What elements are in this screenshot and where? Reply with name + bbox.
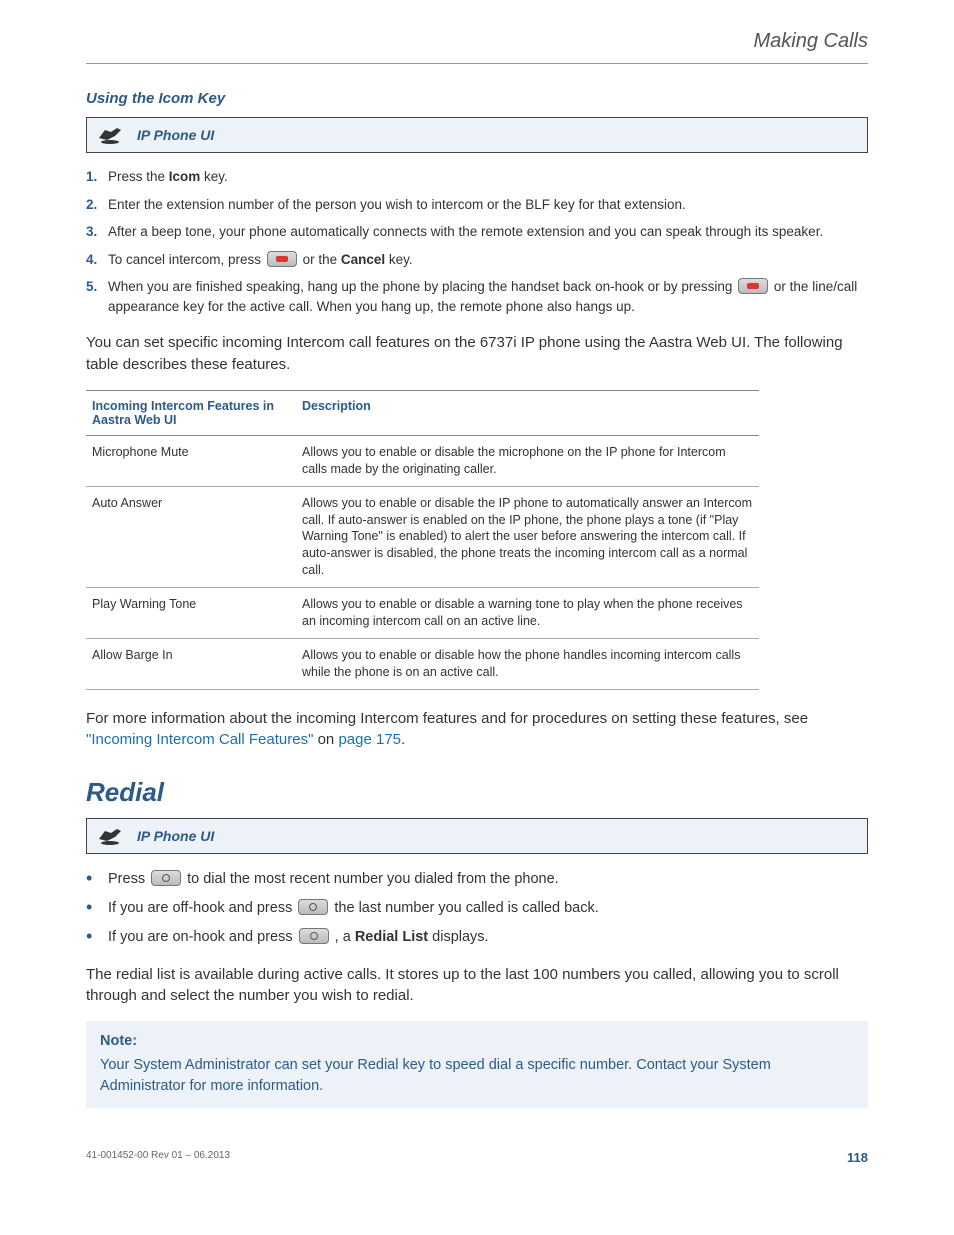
bullet-text-mid: , a	[331, 929, 355, 945]
step-number: 2.	[86, 195, 108, 215]
intercom-intro: You can set specific incoming Intercom c…	[86, 332, 868, 376]
step-4: 4. To cancel intercom, press or the Canc…	[86, 250, 868, 270]
table-row: Microphone MuteAllows you to enable or d…	[86, 435, 759, 486]
note-text: Your System Administrator can set your R…	[100, 1055, 854, 1096]
doc-revision: 41-001452-00 Rev 01 – 06.2013	[86, 1150, 230, 1165]
redial-key-icon	[151, 870, 181, 886]
bullet-3: • If you are on-hook and press , a Redia…	[86, 926, 868, 949]
step-1: 1. Press the Icom key.	[86, 167, 868, 187]
link-page-175[interactable]: page 175	[338, 731, 401, 748]
ip-phone-ui-box-2: IP Phone UI	[86, 818, 868, 854]
hangup-key-icon	[267, 251, 297, 267]
redial-key-icon	[299, 928, 329, 944]
step-number: 5.	[86, 277, 108, 297]
step-number: 3.	[86, 222, 108, 242]
bullet-dot: •	[86, 926, 108, 948]
redial-bullets: • Press to dial the most recent number y…	[86, 868, 868, 950]
step-text-mid: or the	[299, 252, 341, 267]
feature-desc: Allows you to enable or disable a warnin…	[296, 588, 759, 639]
chapter-title: Making Calls	[86, 30, 868, 53]
redial-key-icon	[298, 899, 328, 915]
table-header-feature: Incoming Intercom Features in Aastra Web…	[86, 390, 296, 435]
note-label: Note:	[100, 1031, 854, 1051]
step-text: Press the	[108, 169, 169, 184]
bullet-text: If you are on-hook and press	[108, 929, 297, 945]
step-text: To cancel intercom, press	[108, 252, 265, 267]
intercom-features-table: Incoming Intercom Features in Aastra Web…	[86, 390, 759, 690]
feature-name: Allow Barge In	[86, 638, 296, 689]
outro-mid: on	[313, 731, 338, 748]
step-text: After a beep tone, your phone automatica…	[108, 222, 868, 242]
bullet-text-post: displays.	[428, 929, 488, 945]
table-row: Play Warning ToneAllows you to enable or…	[86, 588, 759, 639]
step-2: 2. Enter the extension number of the per…	[86, 195, 868, 215]
feature-desc: Allows you to enable or disable how the …	[296, 638, 759, 689]
intercom-outro: For more information about the incoming …	[86, 708, 868, 752]
link-incoming-intercom[interactable]: "Incoming Intercom Call Features"	[86, 731, 313, 748]
ui-box-label: IP Phone UI	[137, 828, 214, 844]
step-bold: Icom	[169, 169, 201, 184]
feature-desc: Allows you to enable or disable the IP p…	[296, 486, 759, 587]
step-number: 1.	[86, 167, 108, 187]
ip-phone-ui-box-1: IP Phone UI	[86, 117, 868, 153]
bullet-dot: •	[86, 868, 108, 890]
bullet-dot: •	[86, 897, 108, 919]
ui-box-label: IP Phone UI	[137, 127, 214, 143]
bullet-text-post: to dial the most recent number you diale…	[183, 871, 559, 887]
step-3: 3. After a beep tone, your phone automat…	[86, 222, 868, 242]
bullet-text-post: the last number you called is called bac…	[330, 900, 598, 916]
redial-para: The redial list is available during acti…	[86, 964, 868, 1008]
outro-text: For more information about the incoming …	[86, 710, 808, 727]
bullet-bold: Redial List	[355, 929, 428, 945]
outro-post: .	[401, 731, 405, 748]
bullet-1: • Press to dial the most recent number y…	[86, 868, 868, 891]
table-row: Allow Barge InAllows you to enable or di…	[86, 638, 759, 689]
phone-icon	[97, 825, 123, 847]
step-text-post: key.	[200, 169, 228, 184]
bullet-text: Press	[108, 871, 149, 887]
hangup-key-icon	[738, 278, 768, 294]
phone-icon	[97, 124, 123, 146]
step-5: 5. When you are finished speaking, hang …	[86, 277, 868, 316]
feature-name: Auto Answer	[86, 486, 296, 587]
feature-desc: Allows you to enable or disable the micr…	[296, 435, 759, 486]
page-footer: 41-001452-00 Rev 01 – 06.2013 118	[86, 1150, 868, 1165]
step-text-post: key.	[385, 252, 413, 267]
feature-name: Play Warning Tone	[86, 588, 296, 639]
step-bold: Cancel	[341, 252, 385, 267]
table-header-description: Description	[296, 390, 759, 435]
step-text: Enter the extension number of the person…	[108, 195, 868, 215]
note-box: Note: Your System Administrator can set …	[86, 1021, 868, 1108]
feature-name: Microphone Mute	[86, 435, 296, 486]
table-row: Auto AnswerAllows you to enable or disab…	[86, 486, 759, 587]
page-number: 118	[847, 1150, 868, 1165]
section-heading-redial: Redial	[86, 777, 868, 808]
section-heading-icom: Using the Icom Key	[86, 90, 868, 107]
step-number: 4.	[86, 250, 108, 270]
header-rule	[86, 63, 868, 64]
bullet-2: • If you are off-hook and press the last…	[86, 897, 868, 920]
bullet-text: If you are off-hook and press	[108, 900, 296, 916]
step-text: When you are finished speaking, hang up …	[108, 279, 736, 294]
icom-steps-list: 1. Press the Icom key. 2. Enter the exte…	[86, 167, 868, 316]
